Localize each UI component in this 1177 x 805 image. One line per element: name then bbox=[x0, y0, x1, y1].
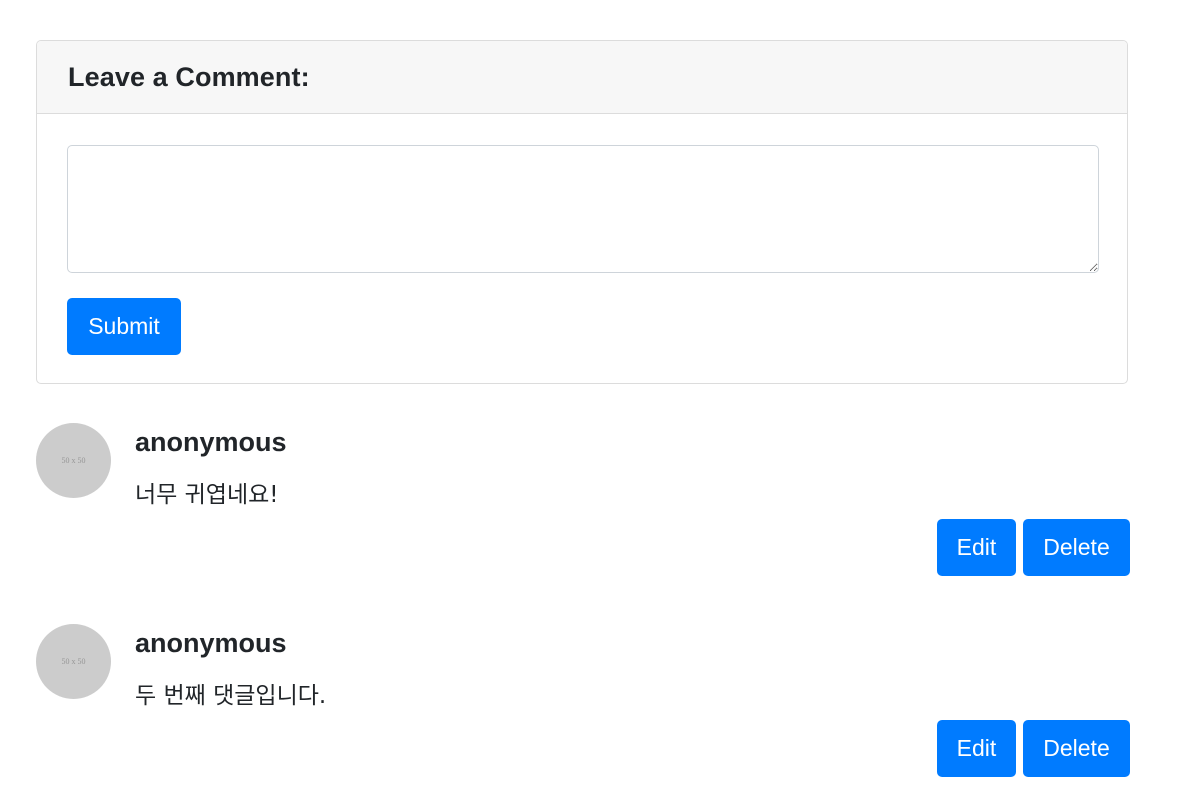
comment-item: 50 x 50 anonymous 두 번째 댓글입니다. Edit Delet… bbox=[36, 624, 1130, 784]
comment-text: 너무 귀엽네요! bbox=[135, 482, 279, 508]
edit-button[interactable]: Edit bbox=[937, 519, 1016, 576]
submit-button[interactable]: Submit bbox=[67, 298, 181, 355]
comment-text: 두 번째 댓글입니다. bbox=[135, 683, 327, 709]
edit-button[interactable]: Edit bbox=[937, 720, 1016, 777]
comment-item: 50 x 50 anonymous 너무 귀엽네요! Edit Delete bbox=[36, 423, 1130, 583]
delete-button[interactable]: Delete bbox=[1023, 720, 1130, 777]
comment-form-body: Submit bbox=[37, 114, 1127, 383]
comment-form-title: Leave a Comment: bbox=[68, 61, 310, 92]
comment-textarea[interactable] bbox=[67, 145, 1099, 273]
comment-author: anonymous bbox=[135, 628, 287, 658]
comment-form-header: Leave a Comment: bbox=[37, 41, 1127, 114]
delete-button[interactable]: Delete bbox=[1023, 519, 1130, 576]
comment-form-card: Leave a Comment: Submit bbox=[36, 40, 1128, 384]
avatar: 50 x 50 bbox=[36, 624, 111, 699]
avatar: 50 x 50 bbox=[36, 423, 111, 498]
comment-author: anonymous bbox=[135, 427, 287, 457]
